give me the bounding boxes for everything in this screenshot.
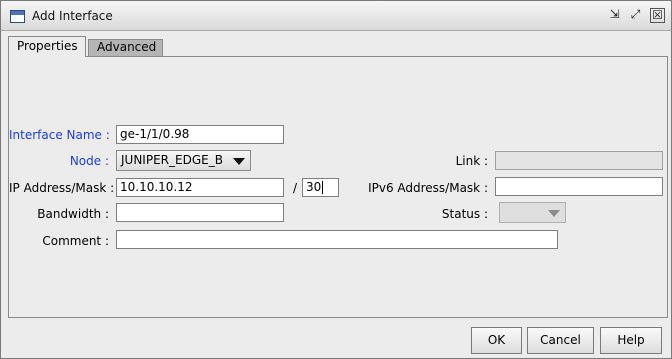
add-interface-dialog: Add Interface ⇲ ⤢ ☒ Properties Advanced … <box>0 0 672 359</box>
window-title: Add Interface <box>32 9 113 23</box>
window-icon <box>10 10 25 23</box>
link-label: Link : <box>455 154 488 168</box>
text-cursor <box>322 181 324 194</box>
ip-address-input[interactable]: 10.10.10.12 <box>116 178 284 197</box>
chevron-down-icon <box>233 158 245 165</box>
node-label: Node : <box>69 154 109 168</box>
mask-input[interactable]: 30 <box>302 178 339 197</box>
comment-label: Comment : <box>42 234 109 248</box>
interface-name-label: Interface Name : <box>9 128 110 142</box>
bandwidth-input[interactable] <box>116 203 284 222</box>
ipv6-address-input[interactable] <box>495 177 663 196</box>
status-select <box>499 202 566 223</box>
node-select[interactable]: JUNIPER_EDGE_B <box>116 150 251 171</box>
link-field <box>495 151 663 170</box>
node-select-value: JUNIPER_EDGE_B <box>121 153 223 167</box>
status-label: Status : <box>441 207 488 221</box>
tab-advanced[interactable]: Advanced <box>88 39 163 56</box>
dialog-button-bar: OK Cancel Help <box>1 324 671 358</box>
help-button[interactable]: Help <box>600 327 662 354</box>
tab-strip: Properties Advanced <box>8 36 668 57</box>
mask-value: 30 <box>306 180 322 194</box>
tab-properties[interactable]: Properties <box>8 36 86 57</box>
bandwidth-label: Bandwidth : <box>37 207 109 221</box>
cancel-button[interactable]: Cancel <box>527 327 594 354</box>
ok-button[interactable]: OK <box>471 327 522 354</box>
ipv6-address-mask-label: IPv6 Address/Mask : <box>368 181 488 195</box>
comment-input[interactable] <box>116 230 558 249</box>
properties-panel: Interface Name : ge-1/1/0.98 Node : JUNI… <box>8 56 668 318</box>
minimize-icon[interactable]: ⇲ <box>607 8 622 23</box>
maximize-icon[interactable]: ⤢ <box>628 8 643 23</box>
interface-name-input[interactable]: ge-1/1/0.98 <box>116 125 284 144</box>
close-icon[interactable]: ☒ <box>650 8 665 23</box>
chevron-down-icon <box>548 210 560 217</box>
mask-separator: / <box>292 181 298 195</box>
title-bar[interactable]: Add Interface ⇲ ⤢ ☒ <box>1 1 671 31</box>
ip-address-mask-label: IP Address/Mask : <box>9 181 115 195</box>
